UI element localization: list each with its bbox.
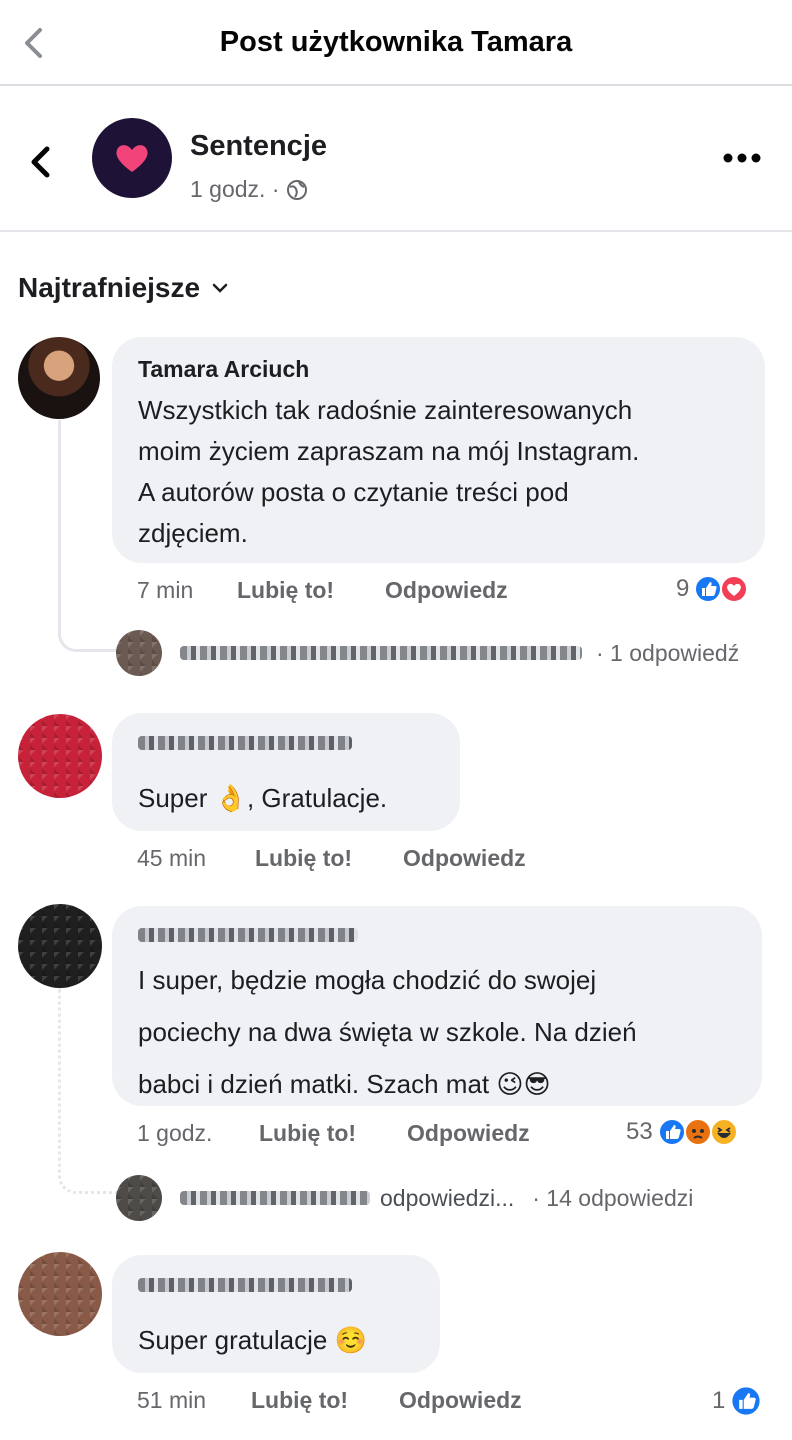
view-replies-link[interactable]: odpowiedzi... · 14 odpowiedzi — [116, 1175, 693, 1221]
like-button[interactable]: Lubię to! — [237, 577, 385, 604]
blurred-reply-author — [180, 1191, 370, 1205]
comment-time[interactable]: 51 min — [137, 1387, 251, 1414]
comment-actions: 1 godz. Lubię to! Odpowiedz — [137, 1120, 530, 1147]
comment-actions: 7 min Lubię to! Odpowiedz — [137, 577, 508, 604]
comment-text: Super gratulacje ☺️ — [138, 1325, 367, 1355]
reaction-count: 53 — [626, 1118, 653, 1145]
haha-reaction-icon — [709, 1118, 738, 1146]
reply-preview: odpowiedzi... — [380, 1184, 515, 1211]
love-reaction-icon — [720, 575, 749, 603]
thread-connector — [58, 988, 118, 1194]
blurred-author-name — [138, 928, 358, 942]
back-arrow-icon[interactable] — [28, 144, 52, 180]
comment-actions: 45 min Lubię to! Odpowiedz — [137, 845, 526, 872]
page-title: Post użytkownika Tamara — [219, 26, 573, 58]
reaction-count: 9 — [676, 575, 690, 602]
comment-text: Super 👌, Gratulacje. — [138, 783, 388, 813]
blurred-author-name — [138, 736, 352, 750]
top-bar: Post użytkownika Tamara — [0, 0, 792, 86]
comment-actions: 51 min Lubię to! Odpowiedz — [137, 1387, 522, 1414]
comment-author[interactable]: Tamara Arciuch — [138, 356, 309, 383]
reply-count: · 14 odpowiedzi — [532, 1184, 694, 1211]
thread-connector — [58, 420, 118, 652]
comment-time[interactable]: 7 min — [137, 577, 237, 604]
blurred-reply-text — [180, 646, 582, 660]
like-button[interactable]: Lubię to! — [255, 845, 403, 872]
comment-text: I super, będzie mogła chodzić do swojej … — [138, 965, 637, 1099]
more-options-icon[interactable] — [722, 150, 762, 166]
blurred-author-name — [138, 1278, 352, 1292]
reaction-summary[interactable]: 9 — [676, 574, 749, 604]
reaction-summary[interactable]: 53 — [626, 1117, 739, 1147]
comment-time[interactable]: 45 min — [137, 845, 255, 872]
commenter-avatar[interactable] — [18, 337, 100, 419]
comment-time[interactable]: 1 godz. — [137, 1120, 259, 1147]
like-button[interactable]: Lubię to! — [259, 1120, 407, 1147]
reply-button[interactable]: Odpowiedz — [403, 845, 526, 872]
reply-button[interactable]: Odpowiedz — [385, 577, 508, 604]
view-replies-link[interactable]: · 1 odpowiedź — [116, 630, 739, 676]
comment-sort-dropdown[interactable]: Najtrafniejsze — [18, 272, 228, 304]
like-reaction-icon — [730, 1385, 763, 1417]
reply-count: · 1 odpowiedź — [596, 639, 740, 666]
page-avatar[interactable] — [92, 118, 172, 198]
reply-button[interactable]: Odpowiedz — [399, 1387, 522, 1414]
heart-icon — [116, 145, 148, 172]
commenter-avatar[interactable] — [18, 904, 102, 988]
reply-button[interactable]: Odpowiedz — [407, 1120, 530, 1147]
reaction-count: 1 — [712, 1387, 726, 1414]
reply-avatar — [116, 1175, 162, 1221]
commenter-avatar[interactable] — [18, 1252, 102, 1336]
sort-label: Najtrafniejsze — [18, 272, 201, 303]
comment-text: Wszystkich tak radośnie zainteresowanych… — [138, 395, 640, 548]
globe-icon — [286, 179, 307, 200]
commenter-avatar[interactable] — [18, 714, 102, 798]
reply-avatar — [116, 630, 162, 676]
chevron-down-icon — [212, 283, 228, 293]
page-name[interactable]: Sentencje — [190, 130, 327, 163]
post-time: 1 godz. · — [190, 176, 280, 202]
post-meta: 1 godz. · — [190, 176, 308, 203]
reaction-summary[interactable]: 1 — [712, 1384, 763, 1418]
like-button[interactable]: Lubię to! — [251, 1387, 399, 1414]
